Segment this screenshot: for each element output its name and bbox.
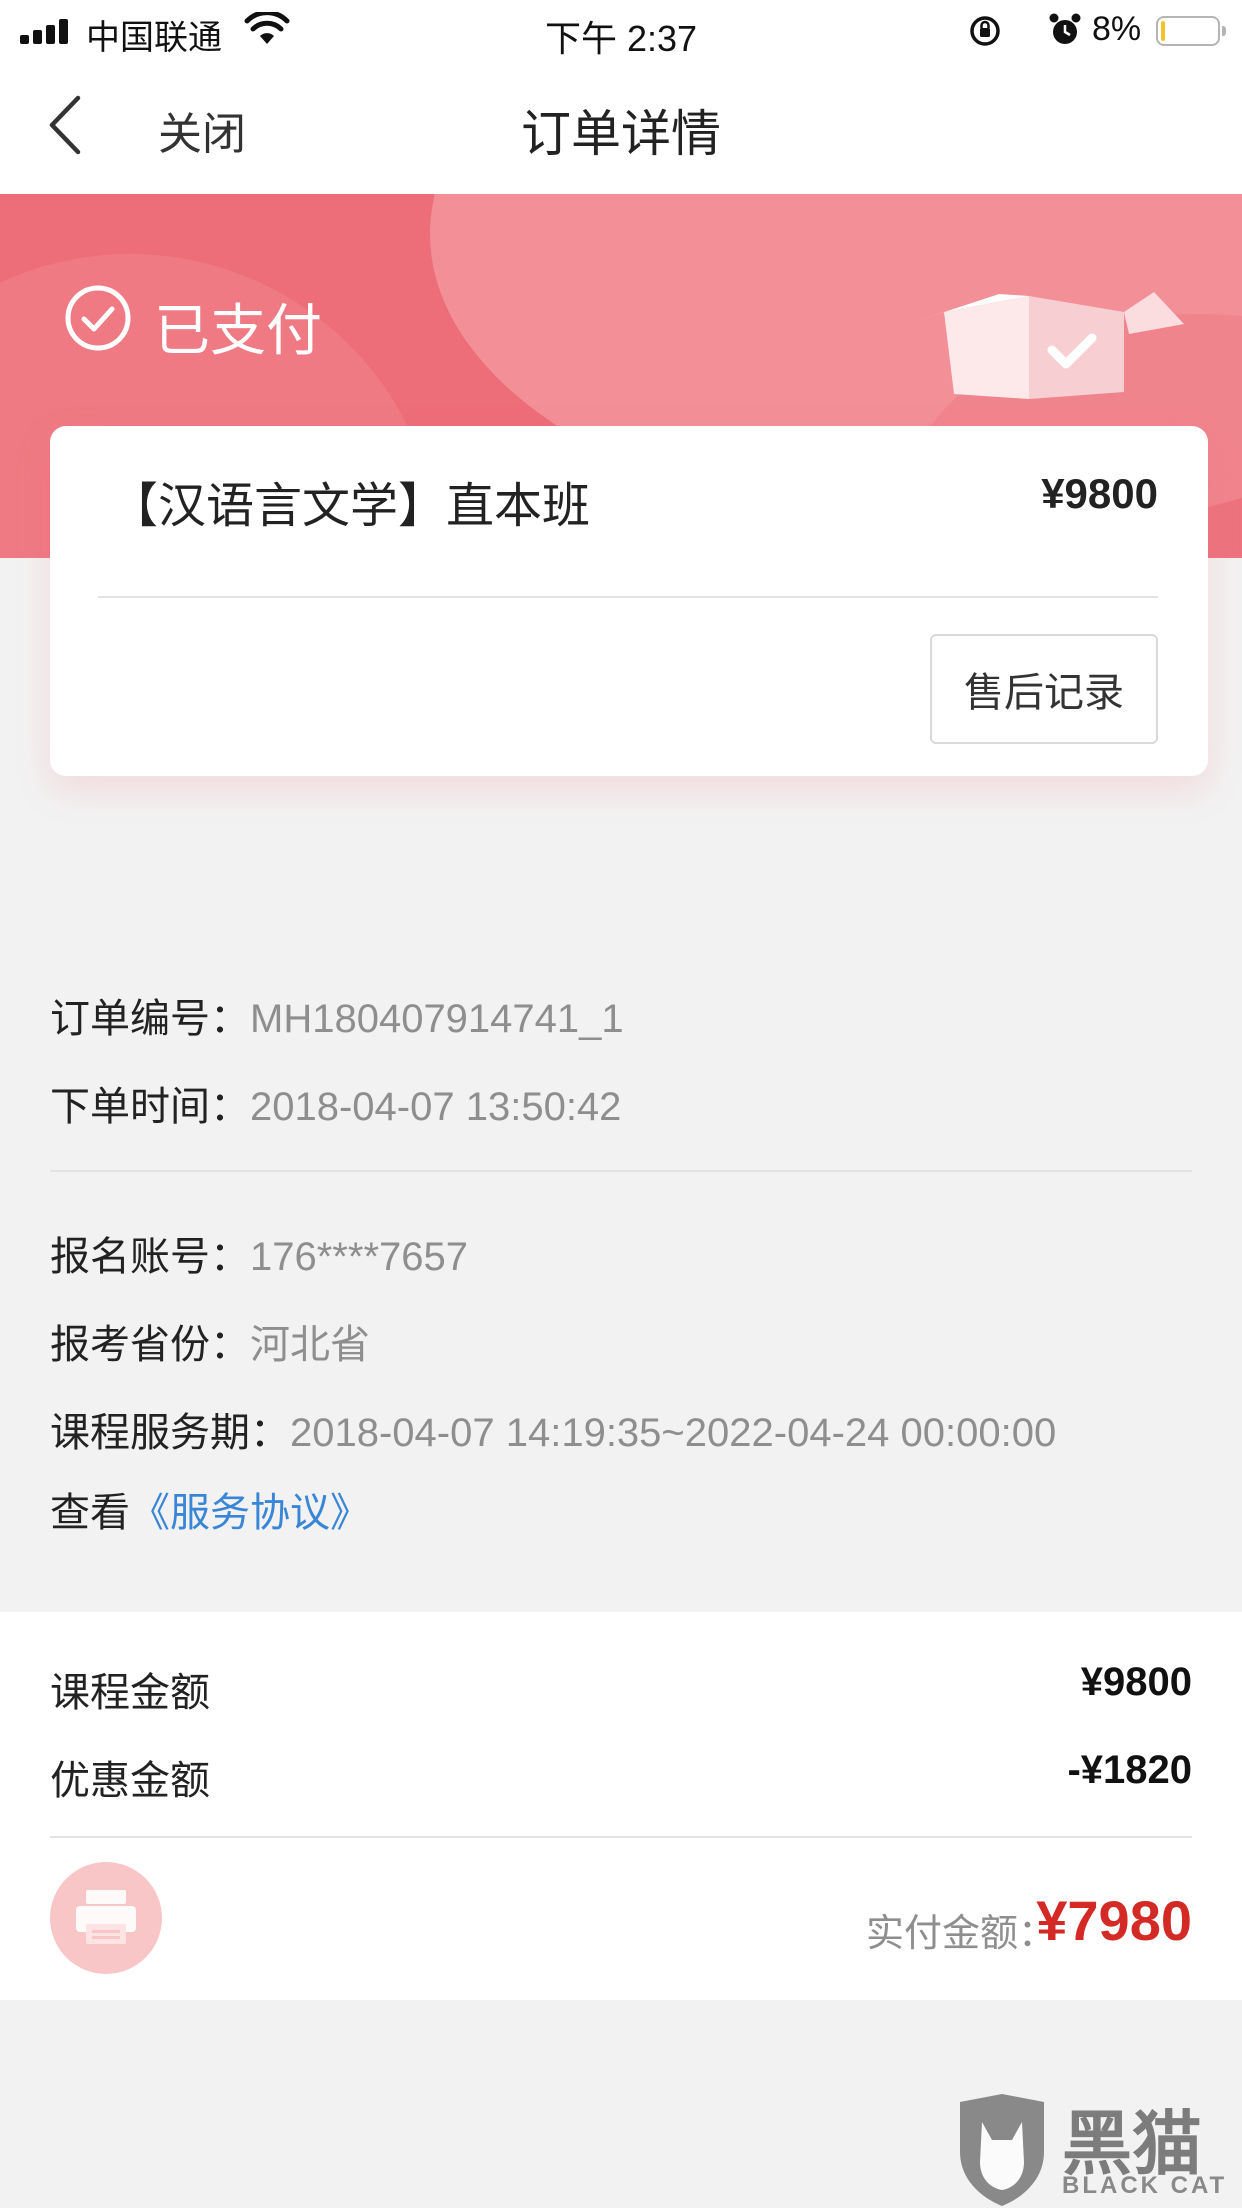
service-period-value: 2018-04-07 14:19:35~2022-04-24 00:00:00 xyxy=(290,1411,1057,1455)
course-name: 【汉语言文学】直本班 xyxy=(110,478,591,534)
agreement-row: 查看《服务协议》 xyxy=(50,1480,370,1538)
alarm-icon xyxy=(1049,13,1081,44)
nav-bar: 关闭 订单详情 xyxy=(0,62,1242,194)
aftersale-records-button[interactable]: 售后记录 xyxy=(930,634,1158,744)
discount-row: 优惠金额 -¥1820 xyxy=(50,1748,1192,1806)
page-title: 订单详情 xyxy=(521,105,721,163)
order-time-row: 下单时间：2018-04-07 13:50:42 xyxy=(50,1074,621,1132)
order-time-value: 2018-04-07 13:50:42 xyxy=(250,1085,622,1129)
divider xyxy=(50,1836,1192,1838)
battery-percent: 8% xyxy=(1092,10,1142,48)
check-circle-icon xyxy=(65,285,131,351)
paid-amount-value: ¥7980 xyxy=(1036,1889,1192,1952)
divider xyxy=(50,1170,1192,1172)
watermark-en: BLACK CAT xyxy=(1062,2172,1228,2199)
course-amount-row: 课程金额 ¥9800 xyxy=(50,1660,1192,1718)
course-price: ¥9800 xyxy=(1041,470,1158,517)
amount-section: 课程金额 ¥9800 优惠金额 -¥1820 实付金额： ¥7980 xyxy=(0,1612,1242,2000)
discount-value: -¥1820 xyxy=(1067,1748,1192,1792)
status-bar: 中国联通 下午 2:37 8% xyxy=(0,0,1242,62)
service-period-label: 课程服务期： xyxy=(50,1410,290,1456)
service-agreement-link[interactable]: 《服务协议》 xyxy=(130,1490,370,1536)
print-button[interactable] xyxy=(50,1862,162,1974)
cat-shield-icon xyxy=(960,2094,1044,2206)
service-period-row: 课程服务期：2018-04-07 14:19:35~2022-04-24 00:… xyxy=(50,1400,1056,1458)
divider xyxy=(98,596,1158,598)
course-amount-label: 课程金额 xyxy=(50,1670,210,1716)
paid-amount-label: 实付金额： xyxy=(865,1911,1056,1955)
order-time-label: 下单时间： xyxy=(50,1084,250,1130)
account-value: 176****7657 xyxy=(250,1235,468,1279)
province-row: 报考省份：河北省 xyxy=(50,1312,370,1370)
account-label: 报名账号： xyxy=(50,1234,250,1280)
watermark-logo: 黑猫 BLACK CAT xyxy=(952,2088,1242,2208)
agreement-prefix: 查看 xyxy=(50,1490,130,1536)
printer-icon xyxy=(76,1890,136,1944)
order-number-label: 订单编号： xyxy=(50,996,250,1042)
order-card: 【汉语言文学】直本班 ¥9800 售后记录 xyxy=(50,426,1208,776)
order-number-row: 订单编号：MH180407914741_1 xyxy=(50,986,624,1044)
account-row: 报名账号：176****7657 xyxy=(50,1224,468,1282)
province-value: 河北省 xyxy=(250,1322,370,1368)
open-box-check-icon xyxy=(914,292,1184,399)
rotation-lock-icon xyxy=(970,16,1000,46)
course-amount-value: ¥9800 xyxy=(1080,1660,1192,1704)
discount-label: 优惠金额 xyxy=(50,1758,210,1804)
payment-status: 已支付 xyxy=(154,299,322,364)
battery-icon xyxy=(1156,16,1226,46)
province-label: 报考省份： xyxy=(50,1322,250,1368)
order-number-value: MH180407914741_1 xyxy=(250,997,624,1041)
